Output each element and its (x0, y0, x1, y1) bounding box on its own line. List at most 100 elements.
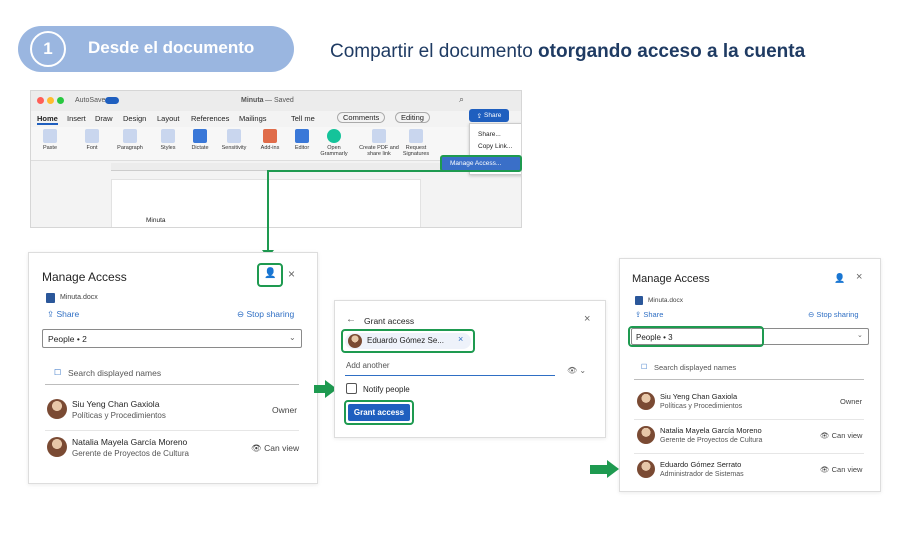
title-bar: AutoSave Minuta — Saved ⌕ (31, 91, 521, 111)
permission-label: Can view (264, 443, 300, 453)
back-arrow-icon[interactable]: ← (346, 314, 356, 325)
font-tool[interactable]: Font (75, 129, 109, 151)
autosave-label: AutoSave (75, 97, 106, 104)
share-button[interactable]: ⇪ Share (469, 109, 509, 122)
stop-sharing-link[interactable]: ⊖ Stop sharing (237, 309, 294, 320)
menu-item-share[interactable]: Share... (478, 131, 501, 138)
sensitivity-icon (227, 129, 241, 143)
connector-line (267, 170, 269, 254)
chevron-down-icon: ⌄ (289, 333, 296, 342)
remove-chip-icon[interactable]: × (458, 334, 463, 344)
pdf-icon (372, 129, 386, 143)
divider (634, 419, 864, 420)
tab-mailings[interactable]: Mailings (239, 114, 267, 123)
headline-bold: otorgando acceso a la cuenta (538, 41, 806, 62)
tab-design[interactable]: Design (123, 114, 146, 123)
search-input[interactable]: Search displayed names (654, 363, 736, 372)
editing-button[interactable]: Editing (395, 112, 430, 123)
add-person-icon[interactable]: 👤 (834, 273, 845, 284)
word-doc-icon (635, 296, 643, 305)
grant-access-button[interactable]: Grant access (348, 404, 410, 421)
create-pdf-tool[interactable]: Create PDF and share link (359, 129, 399, 157)
share-link[interactable]: ⇪ Share (635, 310, 663, 319)
permission-can-view[interactable]: 👁 Can view (820, 465, 862, 474)
styles-tool[interactable]: Styles (151, 129, 185, 151)
close-window-icon[interactable] (37, 97, 44, 104)
add-ins-tool[interactable]: Add-ins (253, 129, 287, 151)
menu-item-manage-access[interactable]: Manage Access... (440, 155, 522, 172)
add-another-input[interactable]: Add another (346, 361, 390, 370)
member-role: Políticas y Procedimientos (660, 403, 743, 410)
grammarly-tool[interactable]: Open Grammarly (317, 129, 351, 157)
permission-can-view[interactable]: 👁 Can view (251, 443, 299, 454)
search-icon[interactable]: ⌕ (459, 94, 464, 105)
tool-label: Styles (160, 145, 176, 151)
stop-sharing-label: Stop sharing (816, 310, 859, 319)
minimize-window-icon[interactable] (47, 97, 54, 104)
tab-draw[interactable]: Draw (95, 114, 113, 123)
grammarly-icon (327, 129, 341, 143)
panel-title: Manage Access (42, 270, 127, 284)
request-signatures-tool[interactable]: Request Signatures (399, 129, 433, 157)
menu-item-copy-link[interactable]: Copy Link... (478, 143, 512, 150)
divider (45, 384, 299, 385)
tab-layout[interactable]: Layout (157, 114, 180, 123)
tool-label: Paragraph (117, 145, 143, 151)
autosave-toggle[interactable] (105, 97, 119, 104)
headline-plain: Compartir el documento (330, 41, 539, 62)
member-name: Siu Yeng Chan Gaxiola (72, 399, 160, 409)
editor-tool[interactable]: Editor (285, 129, 319, 151)
avatar (348, 334, 362, 348)
avatar (637, 392, 655, 410)
tool-label: Add-ins (260, 145, 280, 151)
panel-title: Manage Access (632, 273, 710, 285)
close-icon[interactable]: × (856, 271, 862, 283)
paste-tool[interactable]: Paste (33, 129, 67, 151)
tool-label: Paste (42, 145, 58, 151)
divider (45, 430, 299, 431)
chevron-down-icon: ⌄ (857, 332, 863, 339)
close-icon[interactable]: × (288, 267, 295, 281)
permission-can-view[interactable]: 👁 Can view (820, 431, 862, 440)
divider (634, 453, 864, 454)
font-icon (85, 129, 99, 143)
member-role: Gerente de Proyectos de Cultura (72, 449, 189, 458)
notify-checkbox[interactable] (346, 383, 357, 394)
comments-button[interactable]: Comments (337, 112, 386, 123)
avatar (637, 460, 655, 478)
paragraph-icon (123, 129, 137, 143)
people-count: People • 2 (48, 334, 87, 344)
microphone-icon (193, 129, 207, 143)
paste-icon (43, 129, 57, 143)
manage-access-panel: Manage Access 👤 × Minuta.docx ⇪ Share ⊖ … (28, 252, 318, 484)
tool-label: Dictate (191, 145, 209, 151)
search-input[interactable]: Search displayed names (68, 368, 161, 378)
tool-label: Sensitivity (221, 145, 247, 151)
sensitivity-tool[interactable]: Sensitivity (217, 129, 251, 151)
stop-sharing-link[interactable]: ⊖ Stop sharing (808, 310, 859, 319)
member-name: Natalia Mayela García Moreno (72, 437, 188, 447)
tab-insert[interactable]: Insert (67, 114, 86, 123)
divider (634, 379, 864, 380)
permission-eye-icon[interactable]: 👁 ⌄ (567, 366, 586, 375)
avatar (47, 437, 67, 457)
step-title: Desde el documento (88, 38, 255, 57)
stop-sharing-label: Stop sharing (246, 309, 295, 319)
tab-references[interactable]: References (191, 114, 229, 123)
member-role: Administrador de Sistemas (660, 471, 744, 478)
share-icon: ⇪ (476, 112, 483, 120)
people-count: People • 3 (636, 333, 673, 342)
share-link-label: Share (56, 309, 80, 319)
tab-home[interactable]: Home (37, 114, 58, 125)
tab-tell-me[interactable]: Tell me (291, 114, 315, 123)
close-icon[interactable]: × (584, 313, 590, 325)
eye-icon: 👁 (820, 465, 830, 474)
zoom-window-icon[interactable] (57, 97, 64, 104)
signature-icon (409, 129, 423, 143)
share-link[interactable]: ⇪ Share (47, 309, 79, 320)
paragraph-tool[interactable]: Paragraph (113, 129, 147, 151)
tool-label: Request Signatures (402, 145, 430, 157)
permission-owner: Owner (840, 397, 863, 406)
member-name: Eduardo Gómez Serrato (660, 460, 742, 469)
dictate-tool[interactable]: Dictate (183, 129, 217, 151)
